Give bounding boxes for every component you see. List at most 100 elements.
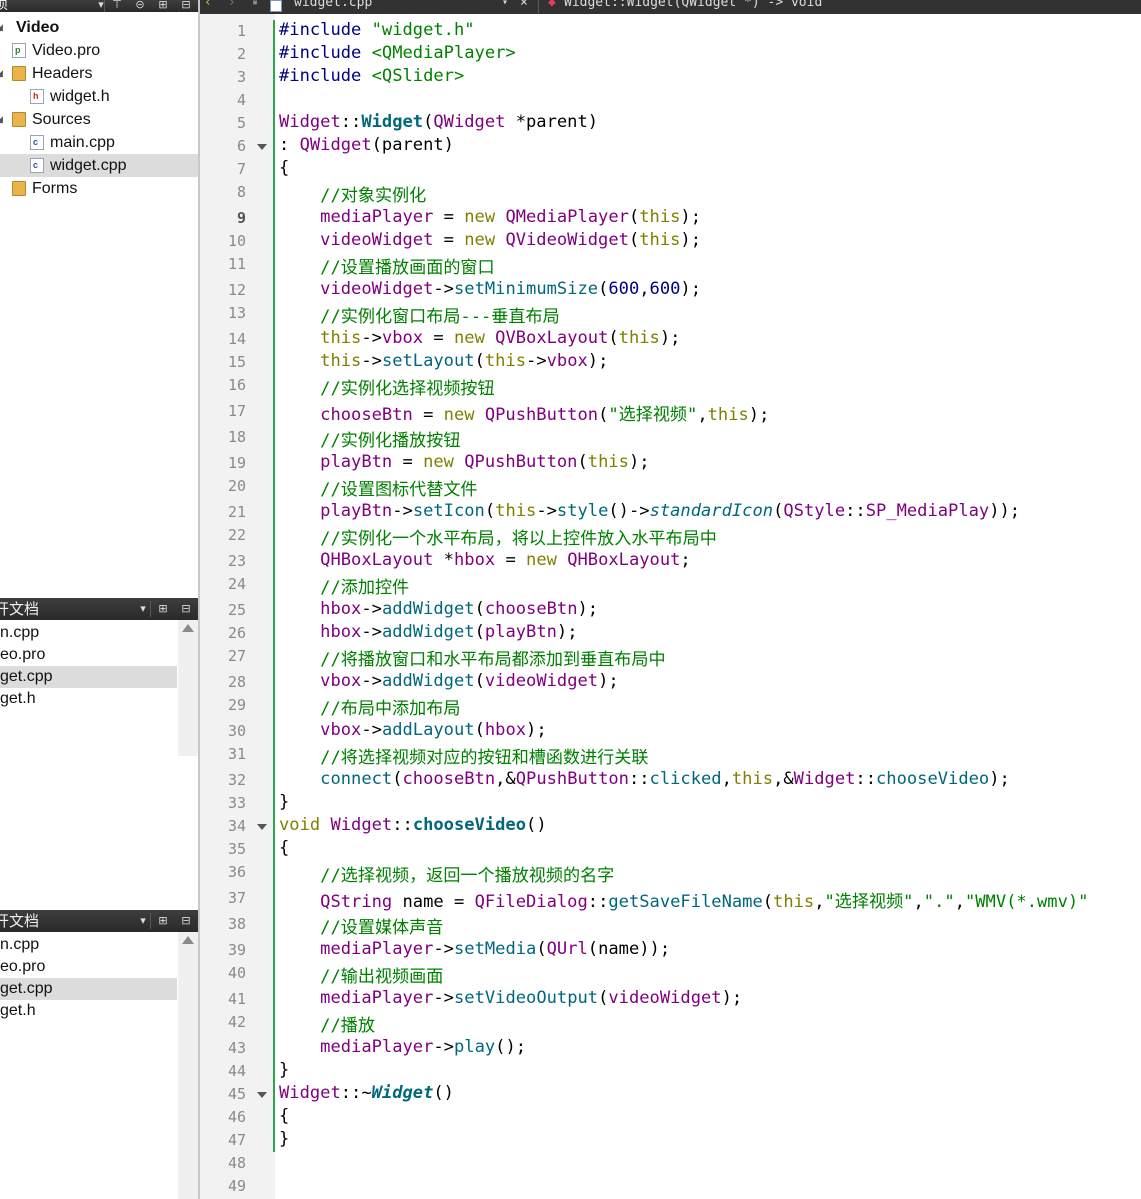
line-number: 30 xyxy=(227,722,246,740)
collapse-arrow-icon[interactable]: ◢ xyxy=(0,62,3,85)
code-line: } xyxy=(279,1060,290,1080)
line-number: 29 xyxy=(227,696,246,714)
collapse-arrow-icon[interactable]: ◢ xyxy=(0,108,3,131)
split-icon[interactable]: ⊞ xyxy=(154,0,172,12)
code-line: //实例化窗口布局---垂直布局 xyxy=(320,307,560,327)
line-number: 31 xyxy=(227,745,246,763)
line-number: 11 xyxy=(227,255,246,273)
code-line: } xyxy=(279,1129,290,1149)
tree-item-label: Forms xyxy=(32,180,78,197)
fold-arrow-icon[interactable] xyxy=(257,824,267,830)
code-line: //实例化一个水平布局，将以上控件放入水平布局中 xyxy=(320,529,717,549)
expand-arrow-icon[interactable]: ▸ xyxy=(0,177,1,200)
forward-arrow-icon[interactable]: › xyxy=(228,0,236,9)
tree-item[interactable]: ▸ Forms xyxy=(0,177,198,200)
code-line: playBtn = new QPushButton(this); xyxy=(320,452,650,472)
line-number: 8 xyxy=(236,183,246,201)
code-line: Widget::~Widget() xyxy=(279,1083,454,1103)
code-line: //对象实例化 xyxy=(320,186,427,206)
folder-icon xyxy=(12,66,26,81)
open-document-item[interactable]: get.cpp xyxy=(0,666,177,688)
close-pane-icon[interactable]: ⊟ xyxy=(177,910,195,932)
code-line: videoWidget = new QVideoWidget(this); xyxy=(320,230,701,250)
line-number: 10 xyxy=(227,232,246,250)
tree-item[interactable]: p Video.pro xyxy=(0,39,198,62)
code-line: mediaPlayer = new QMediaPlayer(this); xyxy=(320,207,701,227)
open-document-label: n.cpp xyxy=(0,624,40,641)
code-line: { xyxy=(279,1106,290,1126)
open-documents-scrollbar-2[interactable] xyxy=(178,932,198,1199)
code-line: #include <QMediaPlayer> xyxy=(279,43,516,63)
code-line: chooseBtn = new QPushButton("选择视频",this)… xyxy=(320,405,770,425)
open-document-item[interactable]: get.h xyxy=(0,688,177,710)
split-icon[interactable]: ⊞ xyxy=(154,598,172,620)
open-document-item[interactable]: n.cpp xyxy=(0,622,177,644)
line-number: 28 xyxy=(227,673,246,691)
line-number: 27 xyxy=(227,647,246,665)
fold-arrow-icon[interactable] xyxy=(257,144,267,150)
line-number: 44 xyxy=(227,1062,246,1080)
scroll-up-icon[interactable] xyxy=(182,936,194,944)
code-line: mediaPlayer->setMedia(QUrl(name)); xyxy=(320,939,671,959)
code-line: //设置媒体声音 xyxy=(320,918,444,938)
tree-item[interactable]: ◢ Sources xyxy=(0,108,198,131)
line-number: 21 xyxy=(227,503,246,521)
open-document-item[interactable]: eo.pro xyxy=(0,644,177,666)
close-pane-icon[interactable]: ⊟ xyxy=(177,598,195,620)
cpp-file-icon xyxy=(270,0,282,12)
fold-arrow-icon[interactable] xyxy=(257,1092,267,1098)
tree-item-label: Sources xyxy=(32,111,91,128)
code-line: Widget::Widget(QWidget *parent) xyxy=(279,112,599,132)
open-document-item[interactable]: get.h xyxy=(0,1000,177,1022)
code-line: //选择视频，返回一个播放视频的名字 xyxy=(320,866,615,886)
tree-item-label: widget.h xyxy=(50,88,110,105)
line-number: 4 xyxy=(236,91,246,109)
folder-icon xyxy=(12,112,26,127)
link-icon[interactable]: ⊝ xyxy=(131,0,149,12)
tree-item[interactable]: ◢ Video xyxy=(0,16,198,39)
open-documents-scrollbar-1[interactable] xyxy=(178,620,198,756)
line-number: 7 xyxy=(236,160,246,178)
close-pane-icon[interactable]: ⊟ xyxy=(177,0,195,12)
code-line: } xyxy=(279,792,290,812)
editor-symbol-selector[interactable]: Widget::Widget(QWidget *) -> void xyxy=(564,0,822,9)
line-number: 12 xyxy=(227,281,246,299)
close-document-icon[interactable]: × xyxy=(520,0,528,9)
code-line: //添加控件 xyxy=(320,578,410,598)
collapse-arrow-icon[interactable]: ◢ xyxy=(0,16,3,39)
open-documents-toolbar-2: 开文档 ▾ ⊞ ⊟ xyxy=(0,910,198,932)
tree-item[interactable]: h widget.h xyxy=(0,85,198,108)
line-number: 45 xyxy=(227,1085,246,1103)
back-arrow-icon[interactable]: ‹ xyxy=(204,0,212,9)
line-number: 16 xyxy=(227,376,246,394)
tree-item-label: main.cpp xyxy=(50,134,115,151)
line-number: 5 xyxy=(236,114,246,132)
line-number: 42 xyxy=(227,1013,246,1031)
open-document-item[interactable]: get.cpp xyxy=(0,978,177,1000)
line-number: 23 xyxy=(227,552,246,570)
code-line: { xyxy=(279,158,290,178)
code-line: //播放 xyxy=(320,1016,375,1036)
tree-item[interactable]: ◢ Headers xyxy=(0,62,198,85)
code-line: { xyxy=(279,838,290,858)
line-number: 47 xyxy=(227,1131,246,1149)
scroll-up-icon[interactable] xyxy=(182,624,194,632)
folder-icon xyxy=(12,181,26,196)
open-document-item[interactable]: eo.pro xyxy=(0,956,177,978)
line-number: 41 xyxy=(227,990,246,1008)
tree-item[interactable]: c widget.cpp xyxy=(0,154,198,177)
editor-toolbar: ‹ › ▪ widget.cpp ▾ × ◆ Widget::Widget(QW… xyxy=(200,0,1141,14)
code-line: vbox->addWidget(videoWidget); xyxy=(320,671,619,691)
filter-icon[interactable]: ⊤ xyxy=(108,0,126,12)
tree-item[interactable]: c main.cpp xyxy=(0,131,198,154)
split-icon[interactable]: ⊞ xyxy=(154,910,172,932)
chevron-down-icon[interactable]: ▾ xyxy=(502,0,508,8)
editor-file-name[interactable]: widget.cpp xyxy=(294,0,372,9)
open-document-item[interactable]: n.cpp xyxy=(0,934,177,956)
line-number: 1 xyxy=(236,22,246,40)
line-number: 26 xyxy=(227,624,246,642)
line-number: 49 xyxy=(227,1177,246,1195)
open-document-label: n.cpp xyxy=(0,936,40,953)
line-number: 24 xyxy=(227,575,246,593)
line-number: 6 xyxy=(236,137,246,155)
